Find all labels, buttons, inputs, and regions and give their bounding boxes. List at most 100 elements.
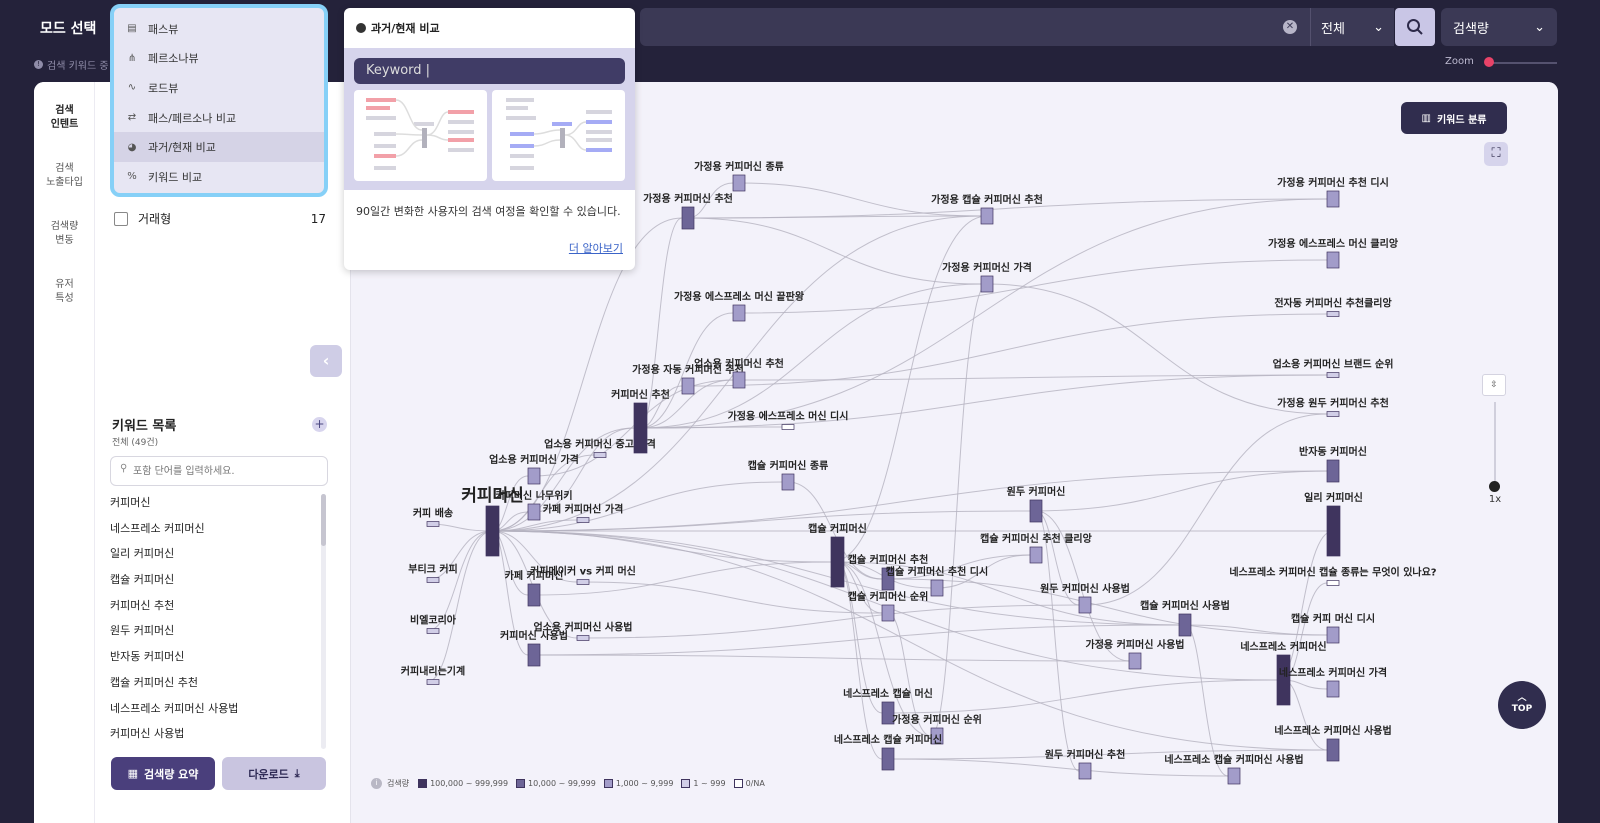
list-item[interactable]: 커피머신 (110, 492, 322, 518)
rail-item-search-intent[interactable]: 검색 인텐트 (34, 104, 95, 132)
mode-select-title[interactable]: 모드 선택 (40, 18, 96, 38)
graph-node[interactable] (881, 604, 895, 622)
graph-node-label: 가정용 에스프레스 머신 클리앙 (1268, 237, 1399, 250)
graph-node[interactable] (732, 304, 746, 322)
graph-node[interactable] (1326, 411, 1340, 417)
graph-node[interactable] (781, 473, 795, 491)
graph-node-label: 네스프레소 커피머신 가격 (1279, 666, 1387, 679)
graph-node[interactable] (426, 521, 440, 527)
filter-count: 17 (310, 211, 326, 226)
mode-item-path-persona-compare[interactable]: ⇄ 패스/페르소나 비교 (114, 103, 324, 133)
graph-node[interactable] (781, 424, 795, 430)
list-item[interactable]: 캡슐 커피머신 추천 (110, 672, 322, 698)
list-item[interactable]: 커피머신 추천 (110, 595, 322, 621)
search-hint-text: 검색 키워드 중 (47, 61, 109, 72)
graph-node[interactable] (1326, 505, 1341, 557)
graph-node[interactable] (830, 536, 845, 588)
list-item[interactable]: 네스프레소 커피머신 (110, 518, 322, 544)
rail-item-user-traits[interactable]: 유저 특성 (34, 278, 95, 306)
graph-node[interactable] (732, 371, 746, 389)
download-button[interactable]: 다운로드 ⤓ (222, 757, 326, 790)
graph-node[interactable] (980, 207, 994, 225)
graph-node[interactable] (527, 467, 541, 485)
graph-node[interactable] (576, 517, 590, 523)
list-item[interactable]: 커피머신 사용법 (110, 723, 322, 749)
graph-node[interactable] (426, 628, 440, 634)
graph-node[interactable] (930, 579, 944, 597)
graph-node[interactable] (527, 583, 541, 607)
graph-node[interactable] (1326, 738, 1340, 762)
graph-node[interactable] (980, 275, 994, 293)
graph-node[interactable] (1178, 613, 1192, 637)
list-item[interactable]: 네스프레소 커피머신 사용법 (110, 698, 322, 724)
mode-item-path-view[interactable]: ▤ 패스뷰 (114, 14, 324, 44)
graph-node[interactable] (593, 452, 607, 458)
graph-node[interactable] (1128, 652, 1142, 670)
search-input[interactable] (640, 8, 1310, 46)
graph-node[interactable] (681, 206, 695, 230)
list-item[interactable]: 캡슐 커피머신 (110, 569, 322, 595)
graph-node[interactable] (1227, 767, 1241, 785)
rail-item-volume-change[interactable]: 검색량 변동 (34, 220, 95, 248)
list-item[interactable]: 원두 커피머신 (110, 620, 322, 646)
graph-node[interactable] (527, 503, 541, 521)
mode-item-keyword-compare[interactable]: % 키워드 비교 (114, 162, 324, 192)
keyword-classify-button[interactable]: ▥ 키워드 분류 (1401, 102, 1507, 134)
keyword-filter-input[interactable] (110, 456, 328, 486)
rail-item-exposure-type[interactable]: 검색 노출타입 (34, 162, 95, 190)
legend-label: 1,000 ~ 9,999 (615, 779, 674, 788)
graph-node[interactable] (1029, 546, 1043, 564)
graph-node[interactable] (732, 174, 746, 192)
scrollbar-thumb[interactable] (321, 494, 326, 546)
learn-more-link[interactable]: 더 알아보기 (569, 240, 623, 256)
graph-node[interactable] (485, 505, 500, 557)
collapse-sidebar-button[interactable]: ‹ (310, 345, 342, 377)
graph-node[interactable] (576, 635, 590, 641)
graph-node[interactable] (1326, 372, 1340, 378)
fullscreen-icon[interactable]: ⛶ (1484, 142, 1508, 166)
graph-zoom-value: 1x (1488, 494, 1502, 505)
graph-zoom-track[interactable] (1494, 402, 1496, 486)
clear-search-icon[interactable]: ✕ (1283, 20, 1297, 34)
legend-item: 1 ~ 999 (681, 779, 726, 788)
graph-node[interactable] (426, 679, 440, 685)
filter-checkbox[interactable] (114, 211, 128, 226)
graph-node[interactable] (426, 577, 440, 583)
graph-node[interactable] (1078, 596, 1092, 614)
mode-item-history-compare[interactable]: ◕ 과거/현재 비교 (114, 132, 324, 162)
graph-node[interactable] (1326, 190, 1340, 208)
graph-node-label: 커피 배송 (413, 507, 453, 520)
graph-node[interactable] (1326, 459, 1340, 483)
graph-node[interactable] (1326, 580, 1340, 586)
graph-zoom-handle[interactable] (1489, 481, 1500, 492)
list-item[interactable]: 반자동 커피머신 (110, 646, 322, 672)
graph-node[interactable] (1326, 251, 1340, 269)
graph-node[interactable] (633, 402, 648, 454)
graph-node[interactable] (576, 579, 590, 585)
search-button[interactable] (1395, 8, 1435, 46)
scope-select[interactable]: 전체 ⌄ (1310, 8, 1394, 46)
mode-item-persona-view[interactable]: ⋔ 페르소나뷰 (114, 44, 324, 74)
graph-node[interactable] (1029, 499, 1043, 523)
scroll-top-button[interactable]: ︿ TOP (1498, 681, 1546, 729)
graph-node[interactable] (1326, 680, 1340, 698)
zoom-slider-handle[interactable] (1484, 57, 1494, 67)
graph-node[interactable] (1276, 654, 1291, 706)
graph-node[interactable] (681, 377, 695, 395)
mode-item-road-view[interactable]: ∿ 로드뷰 (114, 73, 324, 103)
graph-node-label: 가정용 커피머신 순위 (892, 713, 982, 726)
fit-view-icon[interactable]: ⇳ (1482, 374, 1506, 396)
zoom-slider-track[interactable] (1485, 62, 1557, 64)
list-item[interactable]: 일리 커피머신 (110, 543, 322, 569)
add-keyword-button[interactable]: + (312, 417, 327, 432)
graph-node[interactable] (1326, 626, 1340, 644)
keyword-list-scrollbar[interactable] (321, 494, 326, 749)
graph-node[interactable] (1078, 762, 1092, 780)
volume-summary-button[interactable]: ▦ 검색량 요약 (111, 757, 215, 790)
filter-transactional[interactable]: 거래형 17 (114, 210, 326, 227)
graph-node[interactable] (1326, 311, 1340, 317)
graph-node[interactable] (881, 747, 895, 771)
legend-swatch (681, 779, 691, 788)
graph-node[interactable] (527, 643, 541, 667)
metric-select[interactable]: 검색량 ⌄ (1441, 8, 1557, 46)
